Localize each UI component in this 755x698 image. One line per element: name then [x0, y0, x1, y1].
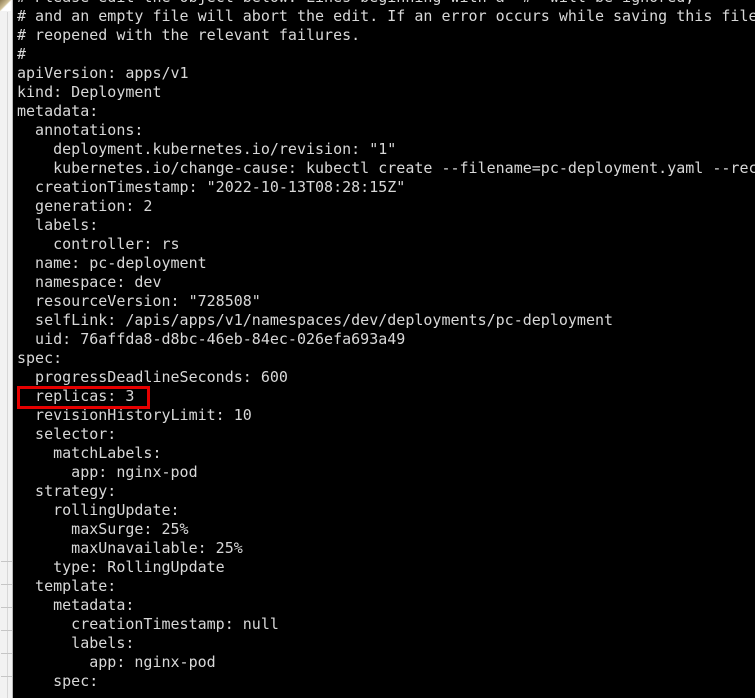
background-window-edge: [7, 12, 8, 698]
code-line: kubernetes.io/change-cause: kubectl crea…: [17, 159, 755, 177]
code-line: resourceVersion: "728508": [17, 292, 261, 310]
code-line: controller: rs: [17, 235, 180, 253]
code-line: deployment.kubernetes.io/revision: "1": [17, 140, 397, 158]
code-line: app: nginx-pod: [17, 463, 198, 481]
code-line: metadata:: [17, 102, 99, 120]
code-line: # Please edit the object below. Lines be…: [17, 0, 755, 7]
code-line: progressDeadlineSeconds: 600: [17, 368, 288, 386]
code-line: metadata:: [17, 596, 135, 614]
code-line: creationTimestamp: "2022-10-13T08:28:15Z…: [17, 178, 406, 196]
background-list-divider: [1, 561, 12, 562]
code-line: selfLink: /apis/apps/v1/namespaces/dev/d…: [17, 311, 614, 329]
background-list-divider: [1, 676, 12, 677]
code-line: rollingUpdate:: [17, 501, 180, 519]
code-line: selector:: [17, 425, 117, 443]
code-line: maxSurge: 25%: [17, 520, 189, 538]
code-line: template:: [17, 577, 117, 595]
code-line: strategy:: [17, 482, 117, 500]
code-line: # reopened with the relevant failures.: [17, 26, 361, 44]
code-line: revisionHistoryLimit: 10: [17, 406, 252, 424]
code-line: # and an empty file will abort the edit.…: [17, 7, 755, 25]
code-line: replicas: 3: [17, 387, 135, 405]
background-list-divider: [1, 653, 12, 654]
code-line: generation: 2: [17, 197, 153, 215]
background-list-divider: [1, 584, 12, 585]
code-line: spec:: [17, 349, 63, 367]
code-line: labels:: [17, 634, 135, 652]
background-window-strip[interactable]: [0, 0, 13, 698]
background-list-divider: [1, 607, 12, 608]
code-line: type: RollingUpdate: [17, 558, 225, 576]
code-line: creationTimestamp: null: [17, 615, 279, 633]
code-line: namespace: dev: [17, 273, 162, 291]
code-line: uid: 76affda8-d8bc-46eb-84ec-026efa693a4…: [17, 330, 406, 348]
file-manager-icon: [0, 0, 11, 11]
code-line: spec:: [17, 672, 99, 690]
yaml-manifest-text[interactable]: # Please edit the object below. Lines be…: [17, 0, 755, 691]
code-line: annotations:: [17, 121, 144, 139]
code-line: labels:: [17, 216, 99, 234]
terminal-text-area[interactable]: # Please edit the object below. Lines be…: [13, 0, 755, 698]
code-line: name: pc-deployment: [17, 254, 207, 272]
code-line: kind: Deployment: [17, 83, 162, 101]
code-line: app: nginx-pod: [17, 653, 216, 671]
code-line: maxUnavailable: 25%: [17, 539, 243, 557]
terminal-screen: # Please edit the object below. Lines be…: [0, 0, 755, 698]
code-line: apiVersion: apps/v1: [17, 64, 189, 82]
code-line: #: [17, 45, 27, 63]
background-list-divider: [1, 630, 12, 631]
code-line: matchLabels:: [17, 444, 162, 462]
